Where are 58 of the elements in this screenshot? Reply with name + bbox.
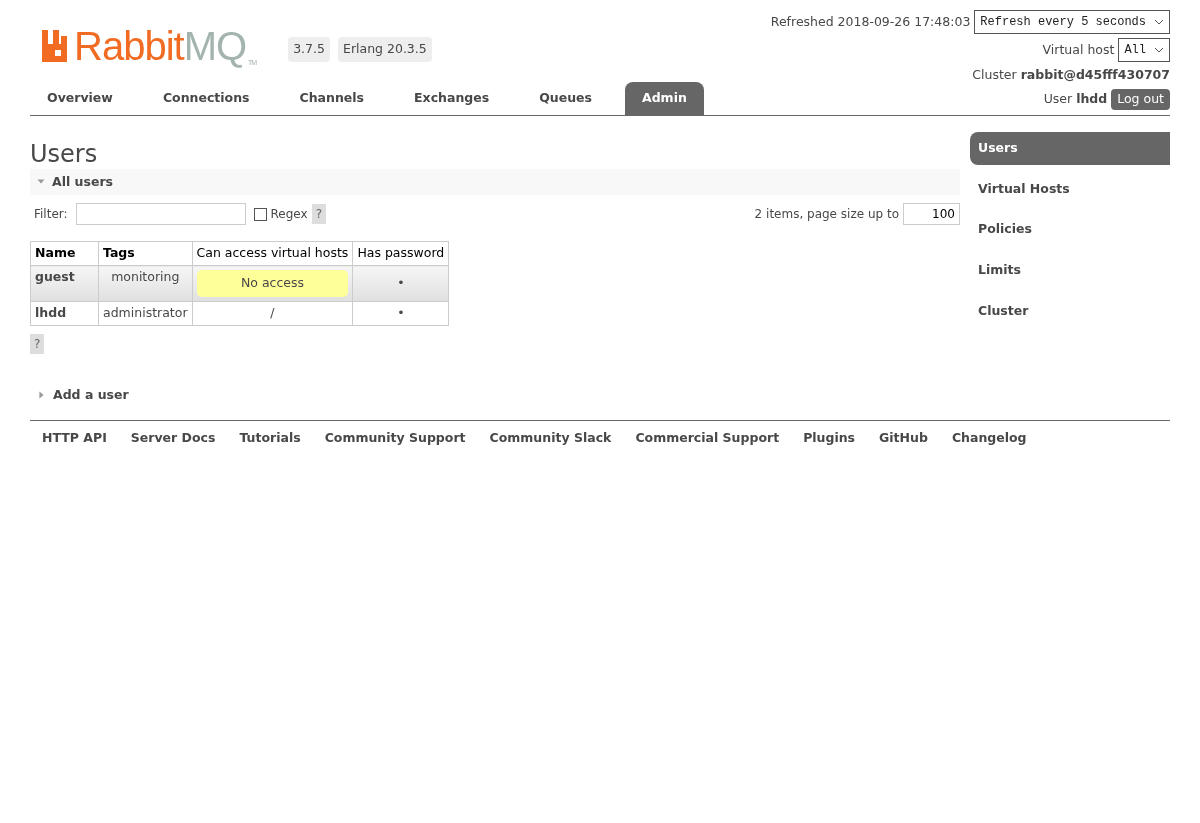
virtual-hosts-text: /: [270, 304, 275, 320]
collapse-triangle-icon[interactable]: [36, 178, 46, 186]
filter-field[interactable]: [75, 203, 246, 226]
help-button[interactable]: ?: [30, 333, 45, 354]
footer-link[interactable]: Plugins: [803, 429, 856, 449]
page-size-field[interactable]: 100: [903, 203, 960, 226]
sidebar-item[interactable]: Limits: [970, 254, 1170, 287]
sidebar-item[interactable]: Users: [970, 131, 1170, 165]
user-name-cell[interactable]: guest: [30, 265, 99, 302]
nav-tab[interactable]: Overview: [30, 82, 130, 115]
column-header: Has password: [352, 241, 449, 266]
password-cell: •: [352, 301, 449, 326]
tags-cell: monitoring: [98, 265, 193, 302]
nav-tab[interactable]: Connections: [145, 82, 267, 115]
footer-link[interactable]: Changelog: [951, 429, 1027, 449]
filter-label: Filter:: [34, 206, 68, 224]
section-title[interactable]: Add a user: [53, 385, 129, 405]
footer-link[interactable]: GitHub: [879, 429, 928, 449]
logo-text: Rabbit: [74, 26, 184, 66]
user-name-cell[interactable]: lhdd: [30, 301, 99, 326]
logout-button[interactable]: Log out: [1111, 88, 1170, 110]
footer-link[interactable]: Server Docs: [130, 429, 216, 449]
sidebar-item[interactable]: Policies: [970, 213, 1170, 246]
user-label: User: [1043, 89, 1073, 108]
sidebar-item[interactable]: Cluster: [970, 294, 1170, 328]
caret-icon: [1154, 19, 1164, 25]
regex-label: Regex: [270, 206, 308, 224]
nav-tab[interactable]: Admin: [625, 82, 704, 115]
column-header: Can access virtual hosts: [192, 241, 353, 266]
footer-link[interactable]: Community Support: [324, 429, 466, 449]
section-title[interactable]: All users: [52, 172, 114, 192]
caret-icon: [1154, 47, 1164, 53]
column-header: Name: [30, 241, 99, 266]
refresh-select[interactable]: Refresh every 5 seconds: [974, 10, 1170, 34]
page-title: Users: [30, 139, 99, 169]
no-access-badge: No access: [196, 270, 349, 297]
nav-tab[interactable]: Channels: [282, 82, 382, 115]
virtual-host-label: Virtual host: [1042, 40, 1115, 59]
cluster-name: rabbit@d45fff430707: [1020, 66, 1170, 84]
cluster-label: Cluster: [972, 66, 1017, 84]
version-label: Erlang 20.3.5: [338, 37, 432, 62]
column-header: Tags: [98, 241, 193, 266]
footer-link[interactable]: Tutorials: [239, 429, 301, 449]
footer-link[interactable]: Community Slack: [489, 429, 612, 449]
nav-tab[interactable]: Queues: [522, 82, 609, 115]
footer-link[interactable]: HTTP API: [42, 429, 107, 449]
item-count-text: 2 items, page size up to: [754, 206, 899, 224]
user-name: lhdd: [1076, 89, 1108, 108]
password-cell: •: [352, 265, 449, 302]
regex-checkbox[interactable]: [253, 207, 267, 221]
sidebar-item[interactable]: Virtual Hosts: [970, 172, 1170, 206]
nav-tab[interactable]: Exchanges: [397, 82, 507, 115]
version-label: 3.7.5: [288, 37, 330, 62]
help-button[interactable]: ?: [311, 204, 326, 225]
footer-link[interactable]: Commercial Support: [635, 429, 780, 449]
tags-cell: administrator: [98, 301, 193, 326]
virtual-host-select[interactable]: All: [1118, 38, 1170, 62]
refreshed-text: Refreshed 2018-09-26 17:48:03: [770, 12, 971, 31]
